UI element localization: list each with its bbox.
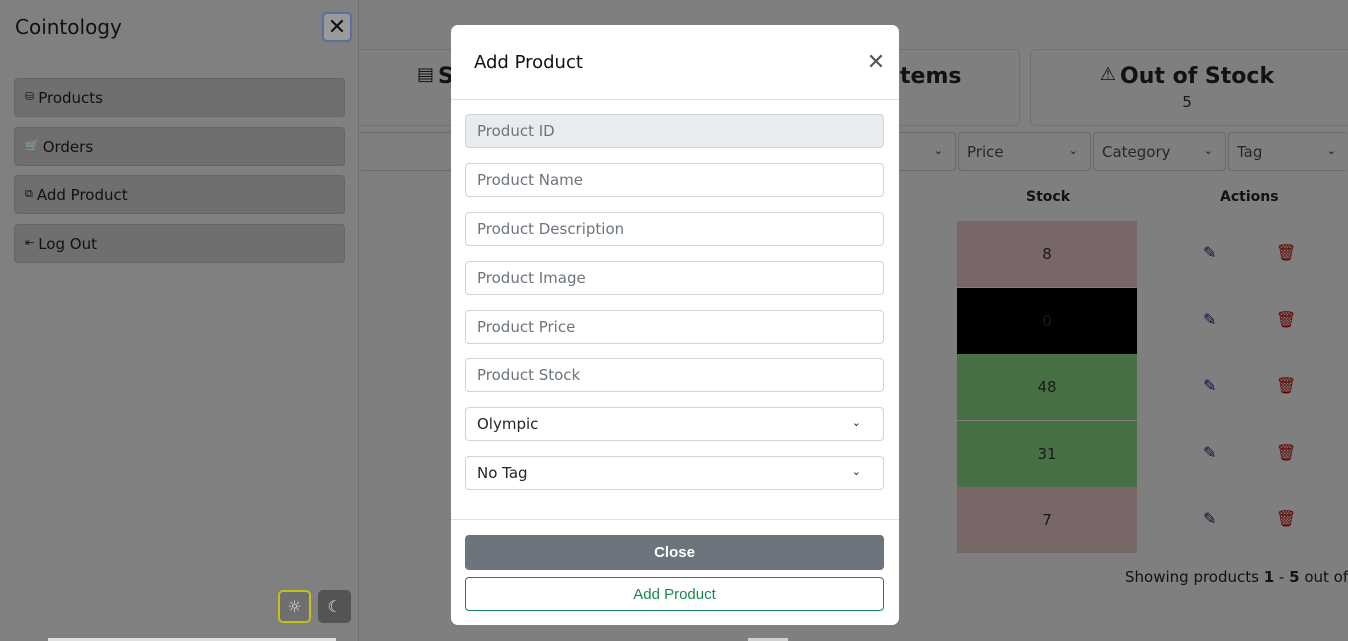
sidebar-item-products[interactable]: ⛁ Products <box>14 78 345 117</box>
cart-icon: 🛒 <box>25 139 39 152</box>
category-select[interactable]: Olympic ⌄ <box>465 407 884 441</box>
product-image-input[interactable] <box>465 261 884 295</box>
add-product-button[interactable]: Add Product <box>465 577 884 611</box>
product-stock-input[interactable] <box>465 358 884 392</box>
light-theme-button[interactable]: ☼ <box>278 590 311 623</box>
close-button[interactable]: Close <box>465 535 884 570</box>
sidebar-item-log-out[interactable]: ⇤ Log Out <box>14 224 345 263</box>
database-icon: ⛁ <box>25 90 35 103</box>
modal-close-button[interactable]: ✕ <box>863 49 889 75</box>
add-square-icon: ⧉ <box>25 187 33 200</box>
tag-select[interactable]: No Tag ⌄ <box>465 456 884 490</box>
product-id-input[interactable] <box>465 114 884 148</box>
chevron-down-icon: ⌄ <box>851 416 861 429</box>
sidebar-title: Cointology <box>15 15 122 39</box>
close-icon: ✕ <box>327 14 347 40</box>
chevron-down-icon: ⌄ <box>851 465 861 478</box>
add-product-modal: Add Product ✕ Olympic⌄ No Tag⌄ Close Add… <box>451 25 899 625</box>
modal-footer: Close Add Product <box>451 519 899 625</box>
modal-header: Add Product ✕ <box>451 25 899 100</box>
product-description-input[interactable] <box>465 212 884 246</box>
close-icon: ✕ <box>866 49 886 75</box>
dark-theme-button[interactable]: ☾ <box>318 590 351 623</box>
product-price-input[interactable] <box>465 310 884 344</box>
moon-icon: ☾ <box>327 597 342 616</box>
sidebar: Cointology ✕ ⛁ Products 🛒 Orders ⧉ Add Prod… <box>0 0 359 641</box>
sidebar-item-add-product[interactable]: ⧉ Add Product <box>14 175 345 214</box>
sidebar-close-button[interactable]: ✕ <box>322 12 352 42</box>
product-name-input[interactable] <box>465 163 884 197</box>
sun-icon: ☼ <box>287 597 302 616</box>
sidebar-item-orders[interactable]: 🛒 Orders <box>14 127 345 166</box>
modal-title: Add Product <box>474 52 583 73</box>
logout-icon: ⇤ <box>25 236 35 249</box>
